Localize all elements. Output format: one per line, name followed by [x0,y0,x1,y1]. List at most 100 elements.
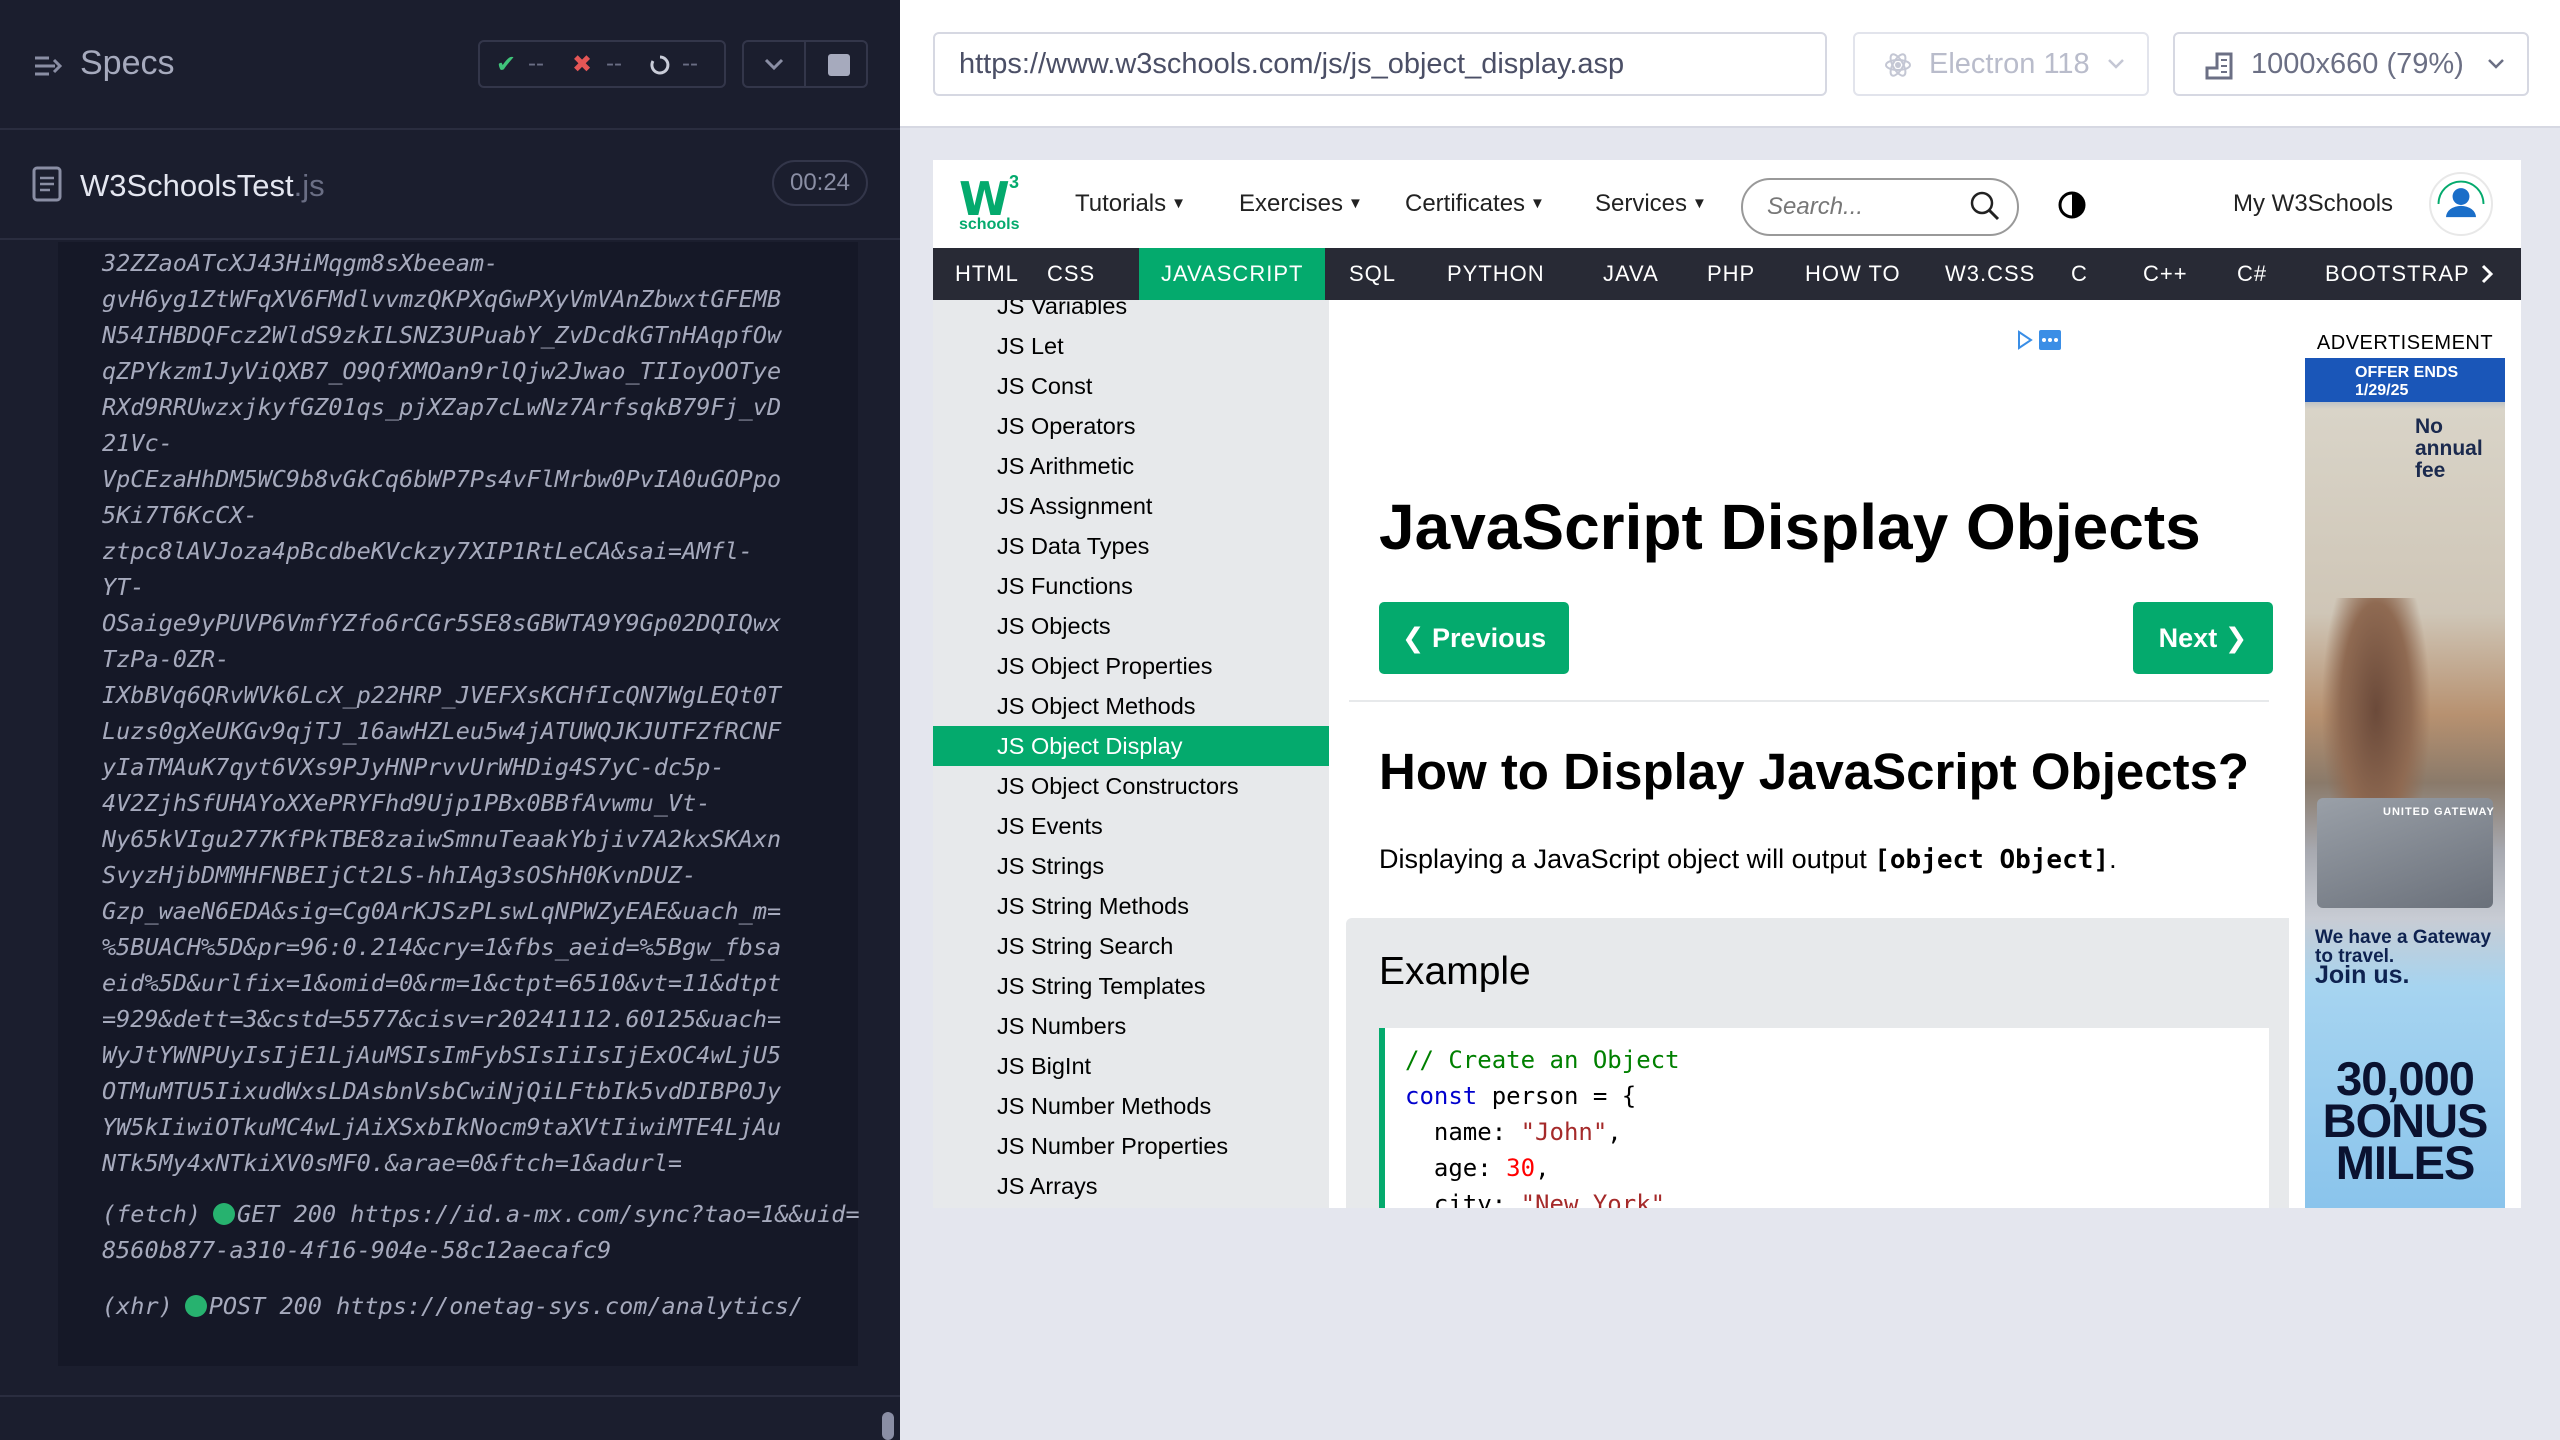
browser-label: Electron 118 [1929,48,2090,80]
test-stats: ✔ -- ✖ -- -- [478,40,726,88]
subnav-cpp[interactable]: C++ [2121,248,2210,300]
sidebar-item[interactable]: JS String Search [933,926,1329,966]
runner-panel: Specs ✔ -- ✖ -- -- W3SchoolsTest.js 00:2… [0,0,900,1440]
specs-title: Specs [80,44,175,82]
site-top-nav: W 3 schools Tutorials ▼ Exercises ▼ Certif… [933,160,2521,248]
scrollbar-thumb[interactable] [882,1412,894,1440]
ad-gateway-text: We have a Gateway to travel. Join us. [2315,927,2492,989]
sidebar-item[interactable]: JS Const [933,366,1329,406]
sidebar-item[interactable]: JS Assignment [933,486,1329,526]
pass-icon: ✔ [496,51,517,78]
subnav-w3css[interactable]: W3.CSS [1923,248,2057,300]
code-block: // Create an Object const person = { nam… [1379,1028,2269,1208]
next-button[interactable]: Next ❯ [2133,602,2273,674]
browser-selector[interactable]: Electron 118 [1853,32,2149,96]
w3schools-logo[interactable]: W 3 schools [959,172,1025,236]
left-sidebar: JS Variables JS Let JS Const JS Operator… [933,300,1329,1208]
sidebar-item[interactable]: JS BigInt [933,1046,1329,1086]
sidebar-item[interactable]: JS Object Properties [933,646,1329,686]
chevron-down-icon[interactable] [754,48,794,80]
caret-down-icon: ▼ [1171,195,1186,212]
divider [804,42,806,86]
spec-file-basename: W3SchoolsTest [80,168,294,203]
subnav-bootstrap[interactable]: BOOTSTRAP [2303,248,2492,300]
spec-file-row[interactable]: W3SchoolsTest.js 00:24 [0,132,900,240]
sidebar-item[interactable]: JS String Templates [933,966,1329,1006]
sidebar-item-active[interactable]: JS Object Display [933,726,1329,766]
sidebar-item[interactable]: JS Events [933,806,1329,846]
specs-list-icon[interactable] [32,50,64,82]
subnav-c[interactable]: C [2049,248,2110,300]
caret-down-icon: ▼ [1348,195,1363,212]
specs-header: Specs ✔ -- ✖ -- -- [0,0,900,130]
chevron-right-icon: ❯ [2217,623,2248,653]
runner-footer [0,1395,900,1440]
url-bar[interactable]: https://www.w3schools.com/js/js_object_d… [933,32,1827,96]
sidebar-item[interactable]: JS Variables [933,300,1329,326]
subnav-sql[interactable]: SQL [1327,248,1418,300]
sidebar-item[interactable]: JS String Methods [933,886,1329,926]
spec-file-name: W3SchoolsTest.js [80,168,325,204]
subnav-java[interactable]: JAVA [1581,248,1681,300]
pending-spinner-icon [650,55,670,75]
file-icon [32,166,62,202]
subnav-javascript[interactable]: JAVASCRIPT [1139,248,1326,300]
sidebar-item[interactable]: JS Object Methods [933,686,1329,726]
sidebar-item[interactable]: JS Functions [933,566,1329,606]
log-url-text: 32ZZaoATcXJ43HiMqgm8sXbeeam- gvH6yg1ZtWF… [102,249,782,1177]
my-w3schools-link[interactable]: My W3Schools [2233,190,2393,218]
previous-button[interactable]: ❮ Previous [1379,602,1569,674]
subnav-python[interactable]: PYTHON [1425,248,1567,300]
sidebar-item[interactable]: JS Number Properties [933,1126,1329,1166]
request-log-entry[interactable]: (fetch) GET 200 https://id.a-mx.com/sync?… [102,1196,862,1268]
status-dot-icon [213,1203,236,1225]
sidebar-item[interactable]: JS Arithmetic [933,446,1329,486]
menu-services[interactable]: Services ▼ [1595,190,1707,218]
menu-certificates[interactable]: Certificates ▼ [1405,190,1545,218]
subnav-howto[interactable]: HOW TO [1783,248,1923,300]
pending-count: -- [682,50,698,77]
request-log-entry[interactable]: (xhr) POST 200 https://onetag-sys.com/ana… [102,1288,862,1324]
spec-file-ext: .js [293,168,325,203]
sidebar-item[interactable]: JS Let [933,326,1329,366]
chevron-right-icon[interactable] [2477,248,2499,300]
ad-offer-text: OFFER ENDS 1/29/25 [2305,358,2505,402]
pass-count: -- [528,50,544,77]
contrast-toggle-icon[interactable] [2057,190,2087,220]
chevron-down-icon [2108,59,2124,69]
ad-banner[interactable]: OFFER ENDS 1/29/25 No annual fee UNITED … [2305,358,2505,1208]
sidebar-item[interactable]: JS Strings [933,846,1329,886]
viewport-label: 1000x660 (79%) [2251,34,2464,94]
subnav-csharp[interactable]: C# [2215,248,2289,300]
stop-button[interactable] [828,54,850,76]
main-content: JavaScript Display Objects ❮ Previous Ne… [1329,300,2300,1208]
sidebar-item[interactable]: JS Objects [933,606,1329,646]
subnav-css[interactable]: CSS [1025,248,1117,300]
ad-choices-icon[interactable] [2015,328,2065,352]
section-heading: How to Display JavaScript Objects? [1379,743,2250,800]
ad-bonus-miles: 30,000 BONUS MILES [2322,1052,2489,1189]
search-icon[interactable] [1969,190,2001,222]
user-avatar-icon[interactable] [2429,172,2493,236]
fail-icon: ✖ [572,51,593,78]
ad-annual-fee: No annual fee [2415,415,2483,482]
chevron-down-icon [2488,59,2504,69]
request-url: https://onetag-sys.com/analytics/ [336,1292,803,1320]
menu-exercises[interactable]: Exercises ▼ [1239,190,1363,218]
status-dot-icon [184,1295,207,1317]
menu-tutorials[interactable]: Tutorials ▼ [1075,190,1186,218]
caret-down-icon: ▼ [1692,195,1707,212]
sidebar-item[interactable]: JS Arrays [933,1166,1329,1206]
logo-super: 3 [1009,172,1020,192]
sidebar-item[interactable]: JS Number Methods [933,1086,1329,1126]
request-type: (fetch) [102,1200,202,1228]
sidebar-item[interactable]: JS Operators [933,406,1329,446]
sidebar-item[interactable]: JS Data Types [933,526,1329,566]
sidebar-item[interactable]: JS Object Constructors [933,766,1329,806]
ruler-icon [2205,52,2233,80]
sidebar-item[interactable]: JS Numbers [933,1006,1329,1046]
viewport-selector[interactable]: 1000x660 (79%) [2173,32,2529,96]
subnav-php[interactable]: PHP [1685,248,1777,300]
request-method: GET [237,1200,280,1228]
advertisement-label: ADVERTISEMENT [2316,332,2494,354]
